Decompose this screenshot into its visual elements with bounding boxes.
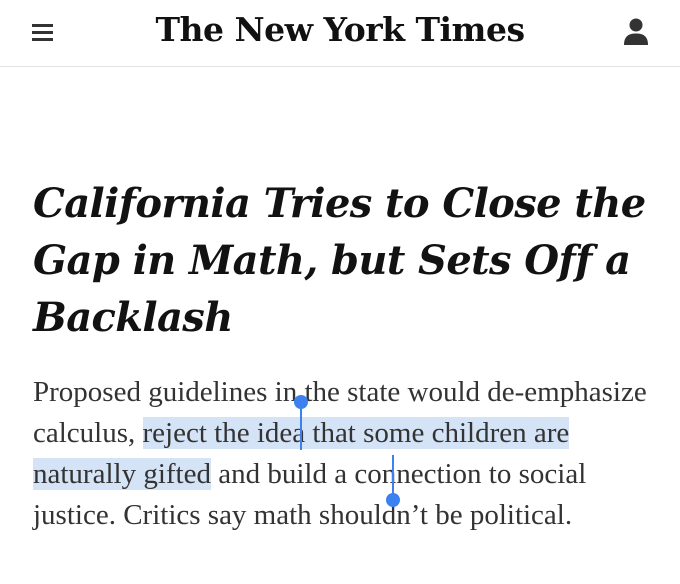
article-headline: California Tries to Close the Gap in Mat… — [33, 180, 646, 341]
article-summary: Proposed guidelines in the state would d… — [33, 372, 653, 536]
selection-end-caret — [392, 455, 394, 495]
top-navigation-bar: The New York Times — [0, 0, 680, 67]
masthead-logo[interactable]: The New York Times — [0, 8, 680, 52]
selection-end-handle[interactable] — [386, 493, 400, 507]
person-account-icon[interactable] — [619, 14, 653, 48]
selection-start-caret — [300, 405, 302, 450]
